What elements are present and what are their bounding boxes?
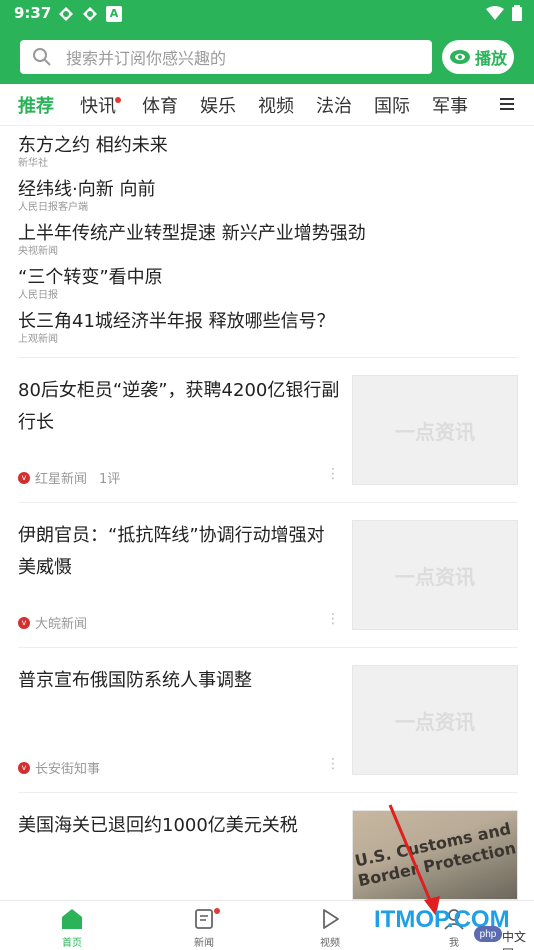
search-row: 搜索并订阅你感兴趣的 播放 — [20, 40, 514, 74]
nav-video-label: 视频 — [320, 938, 340, 949]
news-icon — [195, 909, 213, 929]
headline-item[interactable]: 东方之约 相约未来 新华社 — [18, 134, 518, 178]
tab-recommend[interactable]: 推荐 — [18, 92, 54, 118]
headline-title: 长三角41城经济半年报 释放哪些信号？ — [18, 311, 335, 332]
battery-icon — [512, 5, 522, 21]
headline-title: 经纬线·向新 向前 — [18, 179, 156, 200]
nav-home[interactable]: 首页 — [42, 907, 102, 949]
app-notification-icon — [83, 7, 97, 21]
divider — [18, 647, 518, 648]
headline-source: 上观新闻 — [18, 334, 58, 345]
headline-item[interactable]: “三个转变”看中原 人民日报 — [18, 266, 518, 310]
more-options-icon[interactable]: ⋮ — [326, 466, 340, 482]
tab-military[interactable]: 军事 — [432, 92, 468, 118]
status-notification-icons: A — [58, 6, 122, 22]
wifi-icon — [486, 6, 504, 20]
more-options-icon[interactable]: ⋮ — [326, 756, 340, 772]
video-play-icon — [323, 909, 339, 929]
divider — [18, 792, 518, 793]
article-source: 长安街知事 — [35, 762, 101, 777]
search-placeholder: 搜索并订阅你感兴趣的 — [66, 49, 227, 68]
verified-source-icon: v — [18, 616, 30, 629]
play-button[interactable]: 播放 — [442, 40, 514, 74]
home-icon — [62, 909, 82, 929]
menu-icon[interactable] — [500, 97, 514, 111]
article-source: 红星新闻 — [35, 472, 88, 487]
headline-source: 人民日报 — [18, 290, 58, 301]
nav-home-label: 首页 — [62, 938, 82, 949]
status-bar: 9:37 A — [0, 0, 534, 28]
divider — [18, 357, 518, 358]
article-title: 普京宣布俄国防系统人事调整 — [18, 670, 252, 691]
article-thumbnail: 一点资讯 — [352, 375, 518, 485]
headline-source: 央视新闻 — [18, 246, 58, 257]
article-thumbnail: 一点资讯 — [352, 665, 518, 775]
status-system-icons — [486, 5, 522, 21]
headline-source: 人民日报客户端 — [18, 202, 88, 213]
search-input[interactable]: 搜索并订阅你感兴趣的 — [20, 40, 432, 74]
tab-international[interactable]: 国际 — [374, 92, 410, 118]
article-comment-count: 1评 — [99, 472, 121, 487]
new-content-dot — [115, 97, 121, 103]
red-arrow-annotation — [388, 804, 440, 916]
headline-item[interactable]: 上半年传统产业转型提速 新兴产业增势强劲 央视新闻 — [18, 222, 518, 266]
nav-profile-label: 我 — [449, 938, 459, 949]
article-title: 美国海关已退回约1000亿美元关税 — [18, 815, 298, 836]
article-meta: v 红星新闻 1评 ⋮ — [18, 466, 340, 487]
tab-video[interactable]: 视频 — [258, 92, 294, 118]
article-title: 伊朗官员：“抵抗阵线”协调行动增强对美威慑 — [18, 525, 325, 578]
app-notification-icon — [59, 7, 73, 21]
watermark-php-badge: php — [474, 926, 502, 942]
headline-title: “三个转变”看中原 — [18, 267, 163, 288]
headline-title: 上半年传统产业转型提速 新兴产业增势强劲 — [18, 223, 366, 244]
category-tabs: 推荐 快讯 体育 娱乐 视频 法治 国际 军事 — [0, 84, 534, 126]
divider — [18, 502, 518, 503]
search-icon — [33, 48, 51, 66]
status-time: 9:37 — [14, 4, 52, 22]
tab-sports[interactable]: 体育 — [142, 92, 178, 118]
verified-source-icon: v — [18, 761, 30, 774]
article-card[interactable]: 伊朗官员：“抵抗阵线”协调行动增强对美威慑 v 大皖新闻 ⋮ 一点资讯 — [18, 520, 518, 632]
nav-news[interactable]: 新闻 — [174, 907, 234, 949]
headline-item[interactable]: 长三角41城经济半年报 释放哪些信号？ 上观新闻 — [18, 310, 518, 354]
a-badge-icon: A — [106, 6, 122, 22]
more-options-icon[interactable]: ⋮ — [326, 611, 340, 627]
play-button-label: 播放 — [474, 49, 507, 68]
verified-source-icon: v — [18, 471, 30, 484]
article-thumbnail: 一点资讯 — [352, 520, 518, 630]
tab-flash-news[interactable]: 快讯 — [80, 92, 116, 118]
headline-title: 东方之约 相约未来 — [18, 135, 168, 156]
tab-entertainment[interactable]: 娱乐 — [200, 92, 236, 118]
article-card[interactable]: 普京宣布俄国防系统人事调整 v 长安街知事 ⋮ 一点资讯 — [18, 665, 518, 777]
article-meta: v 大皖新闻 ⋮ — [18, 611, 340, 632]
article-title: 80后女柜员“逆袭”，获聘4200亿银行副行长 — [18, 380, 340, 433]
top-headlines: 东方之约 相约未来 新华社 经纬线·向新 向前 人民日报客户端 上半年传统产业转… — [18, 134, 518, 354]
eye-icon — [449, 50, 470, 64]
article-card[interactable]: 80后女柜员“逆袭”，获聘4200亿银行副行长 v 红星新闻 1评 ⋮ 一点资讯 — [18, 375, 518, 487]
nav-news-label: 新闻 — [194, 938, 214, 949]
article-meta: v 长安街知事 ⋮ — [18, 756, 340, 777]
headline-item[interactable]: 经纬线·向新 向前 人民日报客户端 — [18, 178, 518, 222]
new-content-dot — [214, 908, 220, 914]
tab-law[interactable]: 法治 — [316, 92, 352, 118]
headline-source: 新华社 — [18, 158, 48, 169]
article-source: 大皖新闻 — [35, 617, 88, 632]
watermark-cn-text: 中文网 — [502, 930, 527, 950]
app-screen: 9:37 A 搜索并订阅你感兴趣的 播放 推荐 快讯 体育 娱乐 视频 法治 国… — [0, 0, 534, 950]
nav-video[interactable]: 视频 — [300, 907, 360, 949]
